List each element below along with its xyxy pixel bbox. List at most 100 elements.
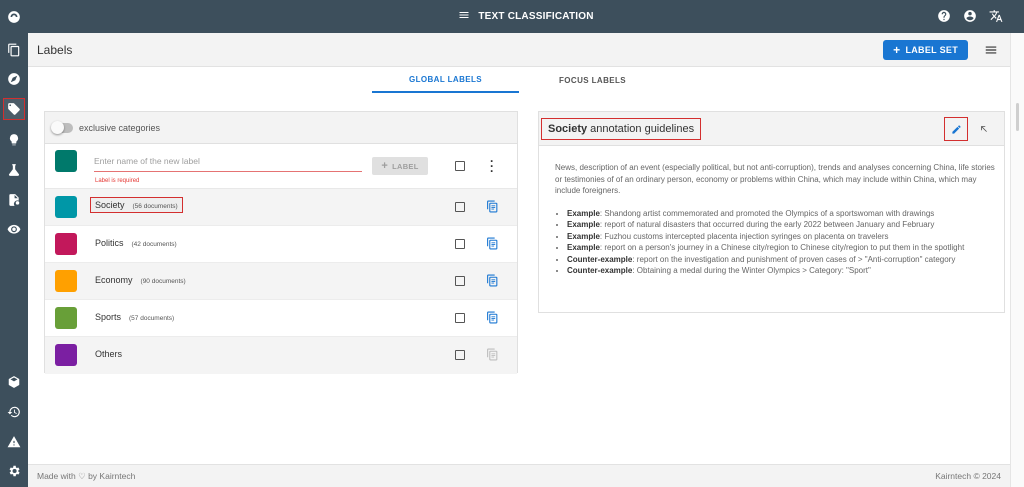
guidelines-doc-icon[interactable] xyxy=(486,310,499,325)
label-name-society[interactable]: Society (56 documents) xyxy=(90,197,183,213)
more-options-icon[interactable]: · · · xyxy=(489,155,495,177)
settings-gear-icon[interactable] xyxy=(4,461,24,481)
label-name: Society xyxy=(95,200,125,210)
guidelines-body: News, description of an event (especiall… xyxy=(555,162,995,277)
label-checkbox[interactable] xyxy=(455,350,465,360)
exclusive-categories-label: exclusive categories xyxy=(79,122,161,133)
guideline-item: Counter-example: report on the investiga… xyxy=(567,254,995,266)
guidelines-title-label: Society xyxy=(548,123,588,135)
tab-global-labels[interactable]: GLOBAL LABELS xyxy=(372,67,519,93)
collapse-arrow-icon[interactable] xyxy=(977,122,991,136)
label-color-swatch[interactable] xyxy=(55,344,77,366)
label-count: (42 documents) xyxy=(131,241,177,248)
label-row-economy[interactable]: Economy (90 documents) xyxy=(45,263,517,300)
guideline-text: : Fuzhou customs intercepted placenta in… xyxy=(599,231,889,241)
label-name-economy[interactable]: Economy (90 documents) xyxy=(95,275,186,285)
exclusive-categories-toggle[interactable] xyxy=(51,120,73,134)
guidelines-intro: News, description of an event (especiall… xyxy=(555,163,995,195)
add-label-button[interactable]: + LABEL xyxy=(372,157,428,175)
guideline-kind: Counter-example xyxy=(567,266,633,275)
guidelines-doc-icon[interactable] xyxy=(486,273,499,288)
label-name-politics[interactable]: Politics (42 documents) xyxy=(95,238,177,248)
history-icon[interactable] xyxy=(4,402,24,422)
left-nav-rail xyxy=(0,0,28,487)
top-app-bar: TEXT CLASSIFICATION xyxy=(28,0,1024,33)
document-settings-icon[interactable] xyxy=(4,190,24,210)
tab-focus-labels[interactable]: FOCUS LABELS xyxy=(519,67,666,93)
label-name: Others xyxy=(95,349,123,359)
app-logo-icon[interactable] xyxy=(4,7,24,27)
guideline-text: : report on a person's journey in a Chin… xyxy=(599,243,965,252)
labels-card-header: exclusive categories xyxy=(45,112,517,144)
cube-icon[interactable] xyxy=(4,372,24,392)
guideline-item: Example: report on a person's journey in… xyxy=(567,242,995,254)
add-label-set-button[interactable]: + LABEL SET xyxy=(883,40,968,60)
guideline-text: : Obtaining a medal during the Winter Ol… xyxy=(632,266,871,275)
flask-icon[interactable] xyxy=(4,160,24,180)
new-label-row: Enter name of the new label Label is req… xyxy=(45,144,517,189)
label-tabs: GLOBAL LABELS FOCUS LABELS xyxy=(372,67,666,93)
label-name: Economy xyxy=(95,275,133,285)
guideline-kind: Counter-example xyxy=(567,254,633,264)
label-name-sports[interactable]: Sports (57 documents) xyxy=(95,312,174,322)
guidelines-doc-icon[interactable] xyxy=(486,199,499,214)
top-actions xyxy=(936,8,1004,24)
label-color-swatch[interactable] xyxy=(55,196,77,218)
labels-tag-icon[interactable] xyxy=(3,98,25,120)
guidelines-card-header: Society annotation guidelines xyxy=(539,112,1004,146)
new-label-color-picker[interactable] xyxy=(55,150,77,172)
label-row-politics[interactable]: Politics (42 documents) xyxy=(45,226,517,263)
pencil-icon xyxy=(951,124,961,134)
translate-icon[interactable] xyxy=(988,8,1004,24)
warning-icon[interactable] xyxy=(4,432,24,452)
lightbulb-icon[interactable] xyxy=(4,130,24,150)
label-row-others[interactable]: Others xyxy=(45,337,517,374)
guideline-item: Example: report of natural disasters tha… xyxy=(567,219,995,231)
label-count: (90 documents) xyxy=(140,278,186,285)
guidelines-title-rest: annotation guidelines xyxy=(590,123,695,135)
label-color-swatch[interactable] xyxy=(55,233,77,255)
plus-icon: + xyxy=(381,160,389,172)
label-checkbox[interactable] xyxy=(455,202,465,212)
guidelines-doc-icon[interactable] xyxy=(486,347,499,362)
guideline-text: : Shandong artist commemorated and promo… xyxy=(599,208,935,218)
label-row-society[interactable]: Society (56 documents) xyxy=(45,189,517,226)
guidelines-bullets: Example: Shandong artist commemorated an… xyxy=(555,208,995,277)
eye-sync-icon[interactable] xyxy=(4,219,24,239)
help-icon[interactable] xyxy=(936,8,952,24)
label-name: Politics xyxy=(95,238,124,248)
labels-list-card: exclusive categories Enter name of the n… xyxy=(44,111,518,374)
guidelines-doc-icon[interactable] xyxy=(486,236,499,251)
account-icon[interactable] xyxy=(962,8,978,24)
guideline-kind: Example xyxy=(567,208,600,218)
edit-guidelines-button[interactable] xyxy=(944,117,968,141)
new-label-input[interactable]: Enter name of the new label xyxy=(94,156,362,172)
page-title: Labels xyxy=(37,43,73,57)
guideline-kind: Example xyxy=(567,243,600,252)
label-name-others[interactable]: Others xyxy=(95,349,130,359)
add-label-set-label: LABEL SET xyxy=(905,45,958,55)
guideline-text: : report of natural disasters that occur… xyxy=(599,220,935,229)
add-label-button-label: LABEL xyxy=(392,161,419,171)
label-color-swatch[interactable] xyxy=(55,270,77,292)
label-checkbox[interactable] xyxy=(455,313,465,323)
documents-icon[interactable] xyxy=(4,40,24,60)
page-menu-icon[interactable] xyxy=(984,43,998,57)
label-color-swatch[interactable] xyxy=(55,307,77,329)
new-label-checkbox[interactable] xyxy=(455,161,465,171)
labels-header-bar: Labels + LABEL SET xyxy=(28,33,1010,67)
guideline-item: Example: Shandong artist commemorated an… xyxy=(567,208,995,220)
main-menu-icon[interactable] xyxy=(458,9,470,24)
page-scrollbar[interactable] xyxy=(1010,33,1024,487)
label-checkbox[interactable] xyxy=(455,276,465,286)
label-checkbox[interactable] xyxy=(455,239,465,249)
app-title-area: TEXT CLASSIFICATION xyxy=(28,0,1024,33)
label-row-sports[interactable]: Sports (57 documents) xyxy=(45,300,517,337)
guideline-item: Counter-example: Obtaining a medal durin… xyxy=(567,265,995,277)
plus-icon: + xyxy=(893,43,901,57)
footer-copyright: Kairntech © 2024 xyxy=(935,471,1001,481)
compass-icon[interactable] xyxy=(4,69,24,89)
app-title: TEXT CLASSIFICATION xyxy=(478,11,594,22)
scrollbar-thumb[interactable] xyxy=(1016,103,1019,131)
label-count: (56 documents) xyxy=(132,203,178,210)
